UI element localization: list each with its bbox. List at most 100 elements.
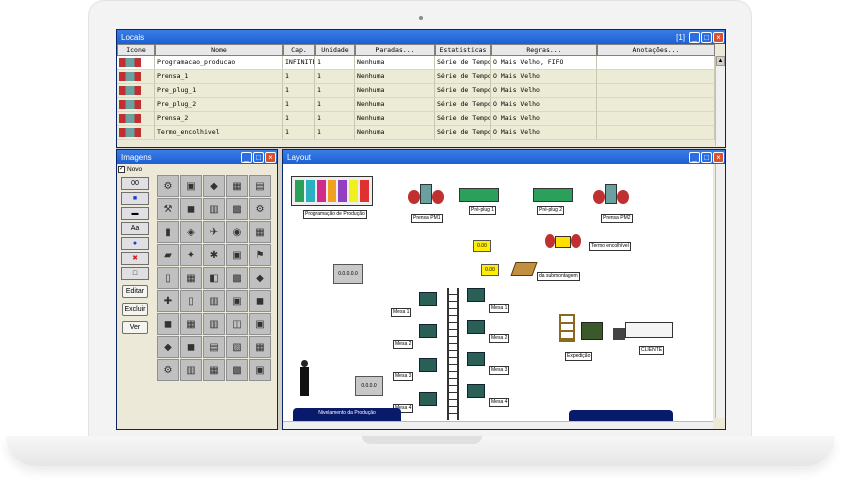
library-image-icon[interactable]: ◼ xyxy=(180,336,202,358)
maximize-icon[interactable]: □ xyxy=(701,31,712,43)
library-image-icon[interactable]: ▦ xyxy=(226,175,248,197)
cell-estatisticas[interactable]: Série de Tempo xyxy=(435,98,491,112)
col-icone[interactable]: Icone xyxy=(117,44,155,56)
layout-vscroll[interactable] xyxy=(715,164,725,418)
cell-nome[interactable]: Programacao_producao xyxy=(155,56,283,70)
boxes-icon[interactable] xyxy=(581,322,603,340)
library-image-icon[interactable]: ◼ xyxy=(180,198,202,220)
table-row[interactable]: Prensa_2 1 1 Nenhuma Série de Tempo O Mais Ve… xyxy=(117,112,715,126)
cell-anotacoes[interactable] xyxy=(597,98,715,112)
library-image-icon[interactable]: ◼ xyxy=(249,290,271,312)
close-icon[interactable]: × xyxy=(713,31,724,43)
col-nome[interactable]: Nome xyxy=(155,44,283,56)
library-image-icon[interactable]: ⚙ xyxy=(157,359,179,381)
editar-button[interactable]: Editar xyxy=(122,285,148,298)
mesa-1-left-icon[interactable] xyxy=(419,292,437,306)
prensa-1-icon[interactable] xyxy=(408,184,444,210)
row-icon[interactable] xyxy=(117,84,155,98)
library-image-icon[interactable]: ▩ xyxy=(226,198,248,220)
mesa-2-left-icon[interactable] xyxy=(419,324,437,338)
mesa-4-left-icon[interactable] xyxy=(419,392,437,406)
cell-cap[interactable]: 1 xyxy=(283,126,315,140)
minimize-icon[interactable]: _ xyxy=(689,31,700,43)
col-estatisticas[interactable]: Estatisticas xyxy=(435,44,491,56)
col-regras[interactable]: Regras... xyxy=(491,44,597,56)
imagens-titlebar[interactable]: Imagens _ □ × xyxy=(117,150,277,164)
library-image-icon[interactable]: ▤ xyxy=(249,175,271,197)
library-image-icon[interactable]: ▣ xyxy=(249,359,271,381)
mesa-2-right-icon[interactable] xyxy=(467,320,485,334)
library-image-icon[interactable]: ▧ xyxy=(226,336,248,358)
cell-unidade[interactable]: 1 xyxy=(315,70,355,84)
ver-button[interactable]: Ver xyxy=(122,321,148,334)
table-row[interactable]: Termo_encolhivel 1 1 Nenhuma Série de Tempo O… xyxy=(117,126,715,140)
library-image-icon[interactable]: ▩ xyxy=(226,359,248,381)
close-icon[interactable]: × xyxy=(265,151,276,163)
library-image-icon[interactable]: ▦ xyxy=(180,267,202,289)
mesa-4-right-icon[interactable] xyxy=(467,384,485,398)
cell-estatisticas[interactable]: Série de Tempo xyxy=(435,70,491,84)
library-image-icon[interactable]: ◆ xyxy=(157,336,179,358)
row-icon[interactable] xyxy=(117,98,155,112)
cell-nome[interactable]: Pre_plug_1 xyxy=(155,84,283,98)
cell-cap[interactable]: 1 xyxy=(283,70,315,84)
prensa-2-icon[interactable] xyxy=(593,184,629,210)
operator-icon[interactable] xyxy=(299,360,309,396)
library-image-icon[interactable]: ◫ xyxy=(226,313,248,335)
conveyor-ladder[interactable] xyxy=(447,288,459,420)
cell-estatisticas[interactable]: Série de Tempo xyxy=(435,112,491,126)
cell-unidade[interactable]: 1 xyxy=(315,126,355,140)
tool-square[interactable]: ■ xyxy=(121,192,149,205)
library-image-icon[interactable]: ▥ xyxy=(203,290,225,312)
cell-unidade[interactable]: 1 xyxy=(315,98,355,112)
tool-bar[interactable]: ▬ xyxy=(121,207,149,220)
cell-paradas[interactable]: Nenhuma xyxy=(355,98,435,112)
cell-cap[interactable]: INFINITE xyxy=(283,56,315,70)
library-image-icon[interactable]: ▦ xyxy=(249,221,271,243)
cell-estatisticas[interactable]: Série de Tempo xyxy=(435,126,491,140)
mesa-3-left-icon[interactable] xyxy=(419,358,437,372)
cell-regras[interactable]: O Mais Velho xyxy=(491,112,597,126)
cell-regras[interactable]: O Mais Velho xyxy=(491,126,597,140)
library-image-icon[interactable]: ⚑ xyxy=(249,244,271,266)
tool-cross[interactable]: ✖ xyxy=(121,252,149,265)
library-image-icon[interactable]: ◆ xyxy=(203,175,225,197)
cell-cap[interactable]: 1 xyxy=(283,84,315,98)
mesa-3-right-icon[interactable] xyxy=(467,352,485,366)
counter-yellow-1[interactable]: 0.00 xyxy=(473,240,491,252)
cell-estatisticas[interactable]: Série de Tempo xyxy=(435,84,491,98)
tool-circle[interactable]: ● xyxy=(121,237,149,250)
row-icon[interactable] xyxy=(117,56,155,70)
counter-gray-1[interactable]: 0.0.0.0.0 xyxy=(333,264,363,284)
library-image-icon[interactable]: ▥ xyxy=(203,313,225,335)
shelf-icon[interactable] xyxy=(559,314,575,342)
library-image-icon[interactable]: ✱ xyxy=(203,244,225,266)
cell-cap[interactable]: 1 xyxy=(283,98,315,112)
tool-frame[interactable]: □ xyxy=(121,267,149,280)
novo-checkbox[interactable]: ✓ Novo xyxy=(118,166,154,173)
cell-unidade[interactable]: 1 xyxy=(315,84,355,98)
cell-paradas[interactable]: Nenhuma xyxy=(355,84,435,98)
library-image-icon[interactable]: ▦ xyxy=(203,359,225,381)
cell-paradas[interactable]: Nenhuma xyxy=(355,70,435,84)
checkbox-icon[interactable]: ✓ xyxy=(118,166,125,173)
maximize-icon[interactable]: □ xyxy=(253,151,264,163)
pallet-icon[interactable] xyxy=(510,262,538,276)
library-image-icon[interactable]: ✦ xyxy=(180,244,202,266)
library-image-icon[interactable]: ✚ xyxy=(157,290,179,312)
library-image-icon[interactable]: ◈ xyxy=(180,221,202,243)
truck-icon[interactable] xyxy=(613,322,673,340)
cell-nome[interactable]: Prensa_2 xyxy=(155,112,283,126)
cell-anotacoes[interactable] xyxy=(597,112,715,126)
cell-paradas[interactable]: Nenhuma xyxy=(355,126,435,140)
library-image-icon[interactable]: ⚒ xyxy=(157,198,179,220)
library-image-icon[interactable]: ▦ xyxy=(249,336,271,358)
cell-unidade[interactable]: 1 xyxy=(315,112,355,126)
row-icon[interactable] xyxy=(117,126,155,140)
col-cap[interactable]: Cap. xyxy=(283,44,315,56)
library-image-icon[interactable]: ▯ xyxy=(157,267,179,289)
cell-paradas[interactable]: Nenhuma xyxy=(355,56,435,70)
cell-nome[interactable]: Pre_plug_2 xyxy=(155,98,283,112)
mesa-1-right-icon[interactable] xyxy=(467,288,485,302)
cell-nome[interactable]: Prensa_1 xyxy=(155,70,283,84)
